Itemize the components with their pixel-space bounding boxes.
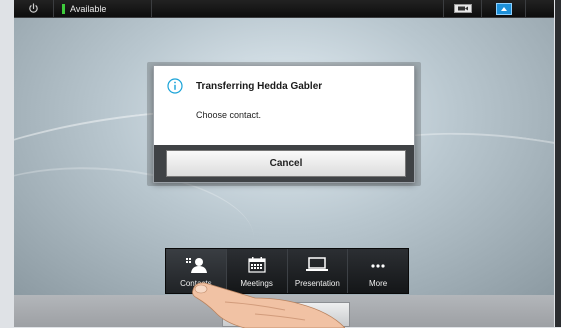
toolbar-more-label: More <box>369 279 388 288</box>
presence-label: Available <box>70 3 107 14</box>
right-edge <box>555 0 561 327</box>
screen-icon <box>495 2 512 15</box>
dialog-subtitle: Choose contact. <box>196 110 262 120</box>
presence-indicator <box>62 3 65 14</box>
status-bar: Available <box>14 0 554 18</box>
dialog-message-area: Transferring Hedda Gabler Choose contact… <box>154 66 414 145</box>
pointing-hand-illustration <box>192 282 345 328</box>
presence-status[interactable]: Available <box>54 0 152 17</box>
dialog-title: Transferring Hedda Gabler <box>196 81 323 92</box>
monitor-layout-button[interactable] <box>482 0 526 17</box>
status-bar-end <box>526 0 554 17</box>
transfer-dialog: Transferring Hedda Gabler Choose contact… <box>153 65 415 183</box>
power-icon <box>29 3 38 13</box>
toolbar-more-button[interactable]: More <box>348 249 408 293</box>
status-bar-spacer <box>152 0 444 17</box>
selfview-button[interactable] <box>444 0 482 17</box>
info-icon <box>167 78 183 94</box>
more-icon <box>371 264 385 268</box>
camera-icon <box>453 4 472 13</box>
standby-button[interactable] <box>14 0 54 17</box>
cancel-button[interactable]: Cancel <box>166 150 406 177</box>
